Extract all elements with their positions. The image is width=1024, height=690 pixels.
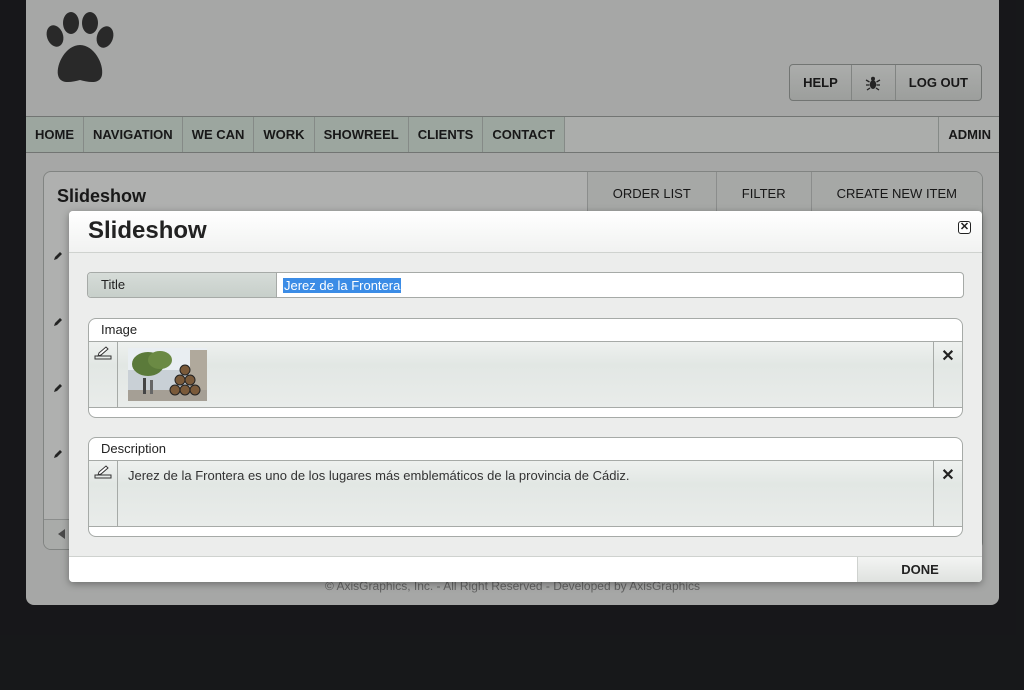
- image-section: Image ✕: [88, 318, 963, 418]
- description-section: Description Jerez de la Frontera es uno …: [88, 437, 963, 537]
- edit-icon[interactable]: [94, 465, 112, 479]
- description-edit-cell: [89, 461, 118, 526]
- slideshow-edit-dialog: Slideshow ✕ Title Jerez de la Frontera I…: [69, 211, 982, 582]
- remove-description-icon[interactable]: ✕: [933, 461, 962, 526]
- image-section-body: ✕: [89, 341, 962, 408]
- title-field-label: Title: [88, 273, 277, 297]
- remove-image-icon[interactable]: ✕: [933, 342, 962, 407]
- title-input[interactable]: Jerez de la Frontera: [283, 278, 402, 293]
- image-edit-cell: [89, 342, 118, 407]
- description-section-body: Jerez de la Frontera es uno de los lugar…: [89, 460, 962, 527]
- dialog-title: Slideshow: [88, 217, 207, 244]
- edit-icon[interactable]: [94, 346, 112, 360]
- description-section-label: Description: [101, 441, 167, 456]
- done-button[interactable]: DONE: [857, 557, 982, 582]
- dialog-header: Slideshow ✕: [69, 211, 982, 253]
- slide-image-thumbnail[interactable]: [128, 348, 207, 401]
- description-text[interactable]: Jerez de la Frontera es uno de los lugar…: [128, 468, 629, 483]
- close-icon[interactable]: ✕: [958, 221, 971, 234]
- title-field: Title Jerez de la Frontera: [87, 272, 964, 298]
- image-section-label: Image: [101, 322, 138, 337]
- dialog-footer: DONE: [69, 556, 982, 582]
